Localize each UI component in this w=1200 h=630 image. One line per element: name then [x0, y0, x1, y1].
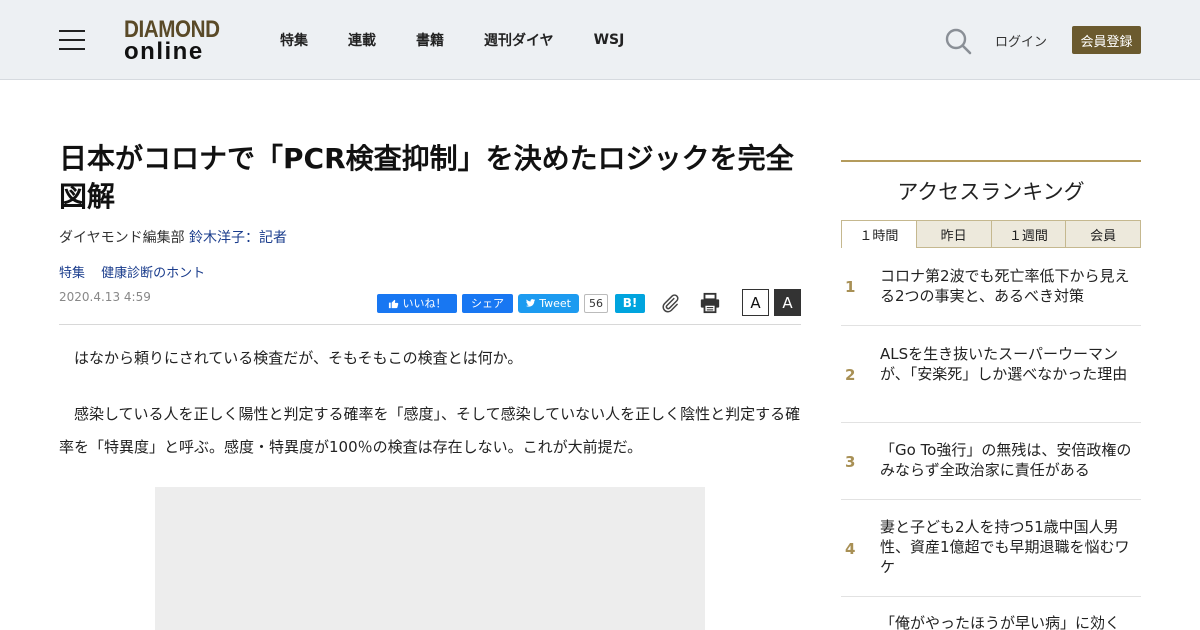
- ranking-item[interactable]: 2 ALSを生き抜いたスーパーウーマンが、「安楽死」しか選べなかった理由: [841, 326, 1141, 423]
- article-paragraph-2: 感染している人を正しく陽性と判定する確率を「感度」、そして感染していない人を正し…: [59, 405, 801, 456]
- tab-1-hour[interactable]: １時間: [841, 220, 917, 248]
- font-size-large-button[interactable]: A: [774, 289, 801, 316]
- tweet-count: 56: [584, 293, 608, 313]
- tweet-button[interactable]: Tweet: [518, 293, 579, 313]
- article-tags: 特集 健康診断のホント: [59, 262, 217, 281]
- ranking-item[interactable]: 4 妻と子ども2人を持つ51歳中国人男性、資産1億超でも早期退職を悩むワケ: [841, 500, 1141, 597]
- ranking-title: アクセスランキング: [897, 180, 1085, 204]
- nav-item-weekly-diamond[interactable]: 週刊ダイヤ: [484, 30, 554, 50]
- ranking-headline: コロナ第2波でも死亡率低下から見える2つの事実と、あるべき対策: [880, 267, 1130, 305]
- ranking-headline: 「俺がやったほうが早い病」に効く: [880, 614, 1121, 630]
- facebook-like-button[interactable]: いいね！: [377, 293, 457, 313]
- tab-yesterday[interactable]: 昨日: [916, 220, 992, 248]
- hatena-bookmark-button[interactable]: B!: [615, 293, 645, 313]
- tag-link-health-check[interactable]: 健康診断のホント: [101, 266, 205, 281]
- share-bar: いいね！ シェア Tweet 56 B!: [377, 293, 650, 313]
- main-nav: 特集 連載 書籍 週刊ダイヤ WSJ: [280, 0, 664, 80]
- article-title: 日本がコロナで「PCR検査抑制」を決めたロジックを完全図解: [59, 142, 794, 213]
- tweet-label: Tweet: [539, 296, 571, 310]
- facebook-like-label: いいね！: [402, 297, 447, 310]
- twitter-bird-icon: [526, 299, 536, 307]
- access-ranking: アクセスランキング １時間 昨日 １週間 会員: [841, 160, 1141, 248]
- facebook-share-button[interactable]: シェア: [462, 293, 513, 313]
- login-link[interactable]: ログイン: [995, 31, 1047, 50]
- font-size-small-button[interactable]: A: [742, 289, 769, 316]
- nav-item-features[interactable]: 特集: [280, 30, 308, 50]
- register-button[interactable]: 会員登録: [1072, 26, 1141, 54]
- nav-item-series[interactable]: 連載: [348, 30, 376, 50]
- logo-line-2: online: [124, 38, 204, 65]
- ranking-item[interactable]: 「俺がやったほうが早い病」に効く: [841, 597, 1141, 630]
- ranking-item[interactable]: 3 「Go To強行」の無残は、安倍政権のみならず全政治家に責任がある: [841, 423, 1141, 500]
- article-paragraph-1: はなから頼りにされている検査だが、そもそもこの検査とは何か。: [59, 349, 523, 367]
- ranking-headline: 「Go To強行」の無残は、安倍政権のみならず全政治家に責任がある: [880, 441, 1132, 479]
- ranking-number: 3: [845, 453, 856, 471]
- clip-icon[interactable]: [659, 292, 681, 314]
- logo-line-1: DIAMOND: [124, 16, 220, 43]
- search-icon[interactable]: [944, 27, 972, 55]
- ranking-number: 4: [845, 540, 856, 558]
- ranking-headline: 妻と子ども2人を持つ51歳中国人男性、資産1億超でも早期退職を悩むワケ: [880, 518, 1130, 576]
- byline-author-link[interactable]: 鈴木洋子：記者: [189, 230, 287, 246]
- ranking-headline: ALSを生き抜いたスーパーウーマンが、「安楽死」しか選べなかった理由: [880, 345, 1128, 383]
- ranking-item[interactable]: 1 コロナ第2波でも死亡率低下から見える2つの事実と、あるべき対策: [841, 247, 1141, 326]
- tab-members[interactable]: 会員: [1066, 220, 1141, 248]
- ranking-tabs: １時間 昨日 １週間 会員: [841, 220, 1141, 248]
- publish-date: 2020.4.13 4:59: [59, 290, 151, 304]
- nav-item-wsj[interactable]: WSJ: [594, 32, 625, 48]
- tab-1-week[interactable]: １週間: [991, 220, 1067, 248]
- site-header: DIAMOND online 特集 連載 書籍 週刊ダイヤ WSJ ログイン 会…: [0, 0, 1200, 80]
- menu-icon[interactable]: [59, 30, 85, 50]
- thumbs-up-icon: [388, 299, 398, 308]
- ranking-number: 1: [845, 278, 856, 296]
- site-logo[interactable]: DIAMOND online: [124, 18, 234, 64]
- nav-item-books[interactable]: 書籍: [416, 30, 444, 50]
- tag-link-features[interactable]: 特集: [59, 266, 85, 281]
- byline: ダイヤモンド編集部 鈴木洋子：記者: [59, 227, 287, 247]
- print-icon[interactable]: [699, 292, 721, 314]
- byline-department: ダイヤモンド編集部: [59, 230, 185, 246]
- article-figure-placeholder: [155, 487, 705, 630]
- ranking-number: 2: [845, 366, 856, 384]
- article-divider: [59, 324, 801, 325]
